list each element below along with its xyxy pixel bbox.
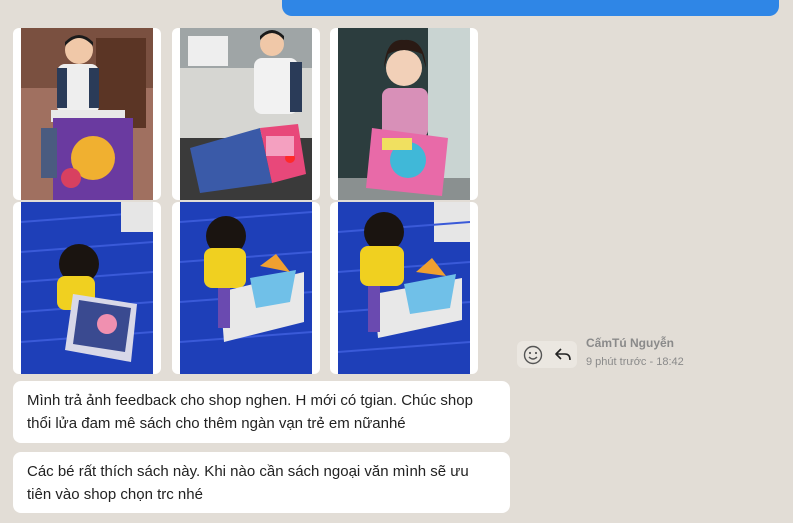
message-bubble[interactable]: Các bé rất thích sách này. Khi nào cần s… xyxy=(13,452,510,513)
photo-girl-popup-book-2 xyxy=(338,202,470,374)
message-actions xyxy=(517,341,577,368)
message-text: Các bé rất thích sách này. Khi nào cần s… xyxy=(27,463,469,503)
photo-girl-hammock xyxy=(21,202,153,374)
photo-boy-sound-book xyxy=(180,28,312,200)
message-text: Mình trả ảnh feedback cho shop nghen. H … xyxy=(27,392,473,432)
photo-thumbnail[interactable] xyxy=(172,28,320,200)
photo-boy-piano-book xyxy=(21,28,153,200)
photo-girl-holding-book xyxy=(338,28,470,200)
sender-name: CấmTú Nguyễn xyxy=(586,336,675,350)
smiley-icon[interactable] xyxy=(523,345,543,365)
photo-thumbnail[interactable] xyxy=(330,28,478,200)
message-bubble[interactable]: Mình trả ảnh feedback cho shop nghen. H … xyxy=(13,381,510,443)
photo-thumbnail[interactable] xyxy=(13,28,161,200)
photo-girl-popup-book xyxy=(180,202,312,374)
photo-thumbnail[interactable] xyxy=(330,202,478,374)
outgoing-message-bubble[interactable] xyxy=(282,0,779,16)
photo-thumbnail[interactable] xyxy=(172,202,320,374)
message-timestamp: 9 phút trước - 18:42 xyxy=(586,356,684,368)
photo-thumbnail[interactable] xyxy=(13,202,161,374)
reply-arrow-icon[interactable] xyxy=(554,346,572,364)
